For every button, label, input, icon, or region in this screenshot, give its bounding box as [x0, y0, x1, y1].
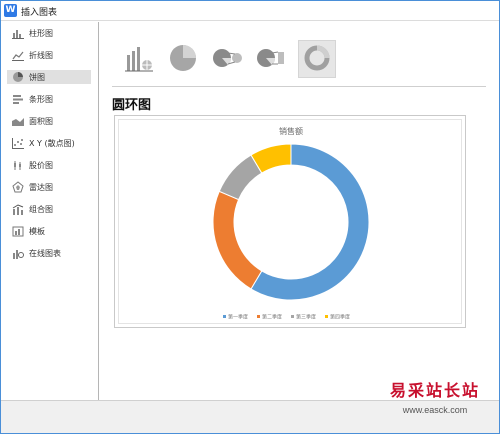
legend-swatch: [291, 315, 294, 318]
sidebar-item-line[interactable]: 折线图: [7, 48, 91, 62]
chart-preview[interactable]: 销售额 第一季度 第二季度 第三季度 第四季度: [114, 115, 466, 328]
insert-chart-dialog: W 插入图表 柱形图 折线图 饼图 条形图 面积图 X Y (散点图) 股价图 …: [0, 0, 500, 434]
subtype-bar-of-pie[interactable]: [252, 40, 290, 78]
sidebar-item-label: 雷达图: [29, 182, 53, 192]
pie-icon: [168, 43, 198, 76]
doughnut-icon: [302, 43, 332, 76]
pie-of-pie-icon: [211, 43, 243, 76]
area-chart-icon: [11, 115, 25, 127]
sidebar-item-area[interactable]: 面积图: [7, 114, 91, 128]
sidebar-item-label: 在线图表: [29, 248, 61, 258]
sidebar-item-label: 模板: [29, 226, 45, 236]
bar-of-pie-icon: [255, 43, 287, 76]
window-title: 插入图表: [21, 8, 58, 18]
legend-label: 第四季度: [330, 314, 350, 321]
subtype-chart-thumbnail[interactable]: [120, 40, 158, 78]
sidebar-item-stock[interactable]: 股价图: [7, 158, 91, 172]
sidebar-item-label: 面积图: [29, 116, 53, 126]
radar-chart-icon: [11, 181, 25, 193]
subtype-pie-of-pie[interactable]: [208, 40, 246, 78]
sidebar-item-scatter[interactable]: X Y (散点图): [7, 136, 91, 150]
title-bar[interactable]: W 插入图表: [1, 1, 499, 21]
stock-chart-icon: [11, 159, 25, 171]
combo-chart-icon: [11, 203, 25, 215]
watermark-text: 易采站长站: [389, 381, 480, 400]
chart-preview-frame: 销售额 第一季度 第二季度 第三季度 第四季度: [118, 119, 462, 324]
sidebar-item-label: 饼图: [29, 72, 45, 82]
sidebar-item-label: 条形图: [29, 94, 53, 104]
watermark-url: www.easck.com: [402, 405, 468, 415]
chart-thumbnail-icon: [124, 43, 154, 76]
online-chart-icon: [11, 247, 25, 259]
sidebar-item-bar[interactable]: 条形图: [7, 92, 91, 106]
legend-label: 第一季度: [228, 314, 248, 321]
sidebar-item-template[interactable]: 模板: [7, 224, 91, 238]
sidebar-item-online[interactable]: 在线图表: [7, 246, 91, 260]
subtype-pie[interactable]: [164, 40, 202, 78]
sidebar-item-combo[interactable]: 组合图: [7, 202, 91, 216]
sidebar-item-label: 组合图: [29, 204, 53, 214]
bar-chart-icon: [11, 93, 25, 105]
site-watermark: 易采站长站 www.easck.com: [373, 378, 497, 434]
sidebar-item-label: X Y (散点图): [29, 138, 75, 148]
legend-swatch: [325, 315, 328, 318]
wps-app-icon: W: [4, 4, 17, 17]
template-icon: [11, 225, 25, 237]
legend-swatch: [257, 315, 260, 318]
sidebar-item-pie[interactable]: 饼图: [7, 70, 91, 84]
chart-main-panel: 圆环图 销售额 第一季度 第二季度 第三季度 第四季度: [100, 22, 499, 400]
sidebar-item-radar[interactable]: 雷达图: [7, 180, 91, 194]
legend-label: 第二季度: [262, 314, 282, 321]
section-title: 圆环图: [112, 98, 152, 113]
legend-swatch: [223, 315, 226, 318]
sidebar-item-label: 折线图: [29, 50, 53, 60]
subtype-divider: [112, 86, 486, 87]
legend-label: 第三季度: [296, 314, 316, 321]
chart-title: 销售额: [279, 126, 303, 136]
sidebar-item-label: 股价图: [29, 160, 53, 170]
pie-chart-icon: [11, 71, 25, 83]
chart-type-sidebar: 柱形图 折线图 饼图 条形图 面积图 X Y (散点图) 股价图 雷达图 组合图…: [1, 22, 99, 400]
scatter-chart-icon: [11, 137, 25, 149]
line-chart-icon: [11, 49, 25, 61]
subtype-doughnut[interactable]: [298, 40, 336, 78]
sidebar-item-column[interactable]: 柱形图: [7, 26, 91, 40]
column-chart-icon: [11, 27, 25, 39]
doughnut-chart: 销售额 第一季度 第二季度 第三季度 第四季度: [212, 126, 370, 321]
sidebar-item-label: 柱形图: [29, 28, 53, 38]
doughnut-slice-2[interactable]: [212, 190, 263, 290]
